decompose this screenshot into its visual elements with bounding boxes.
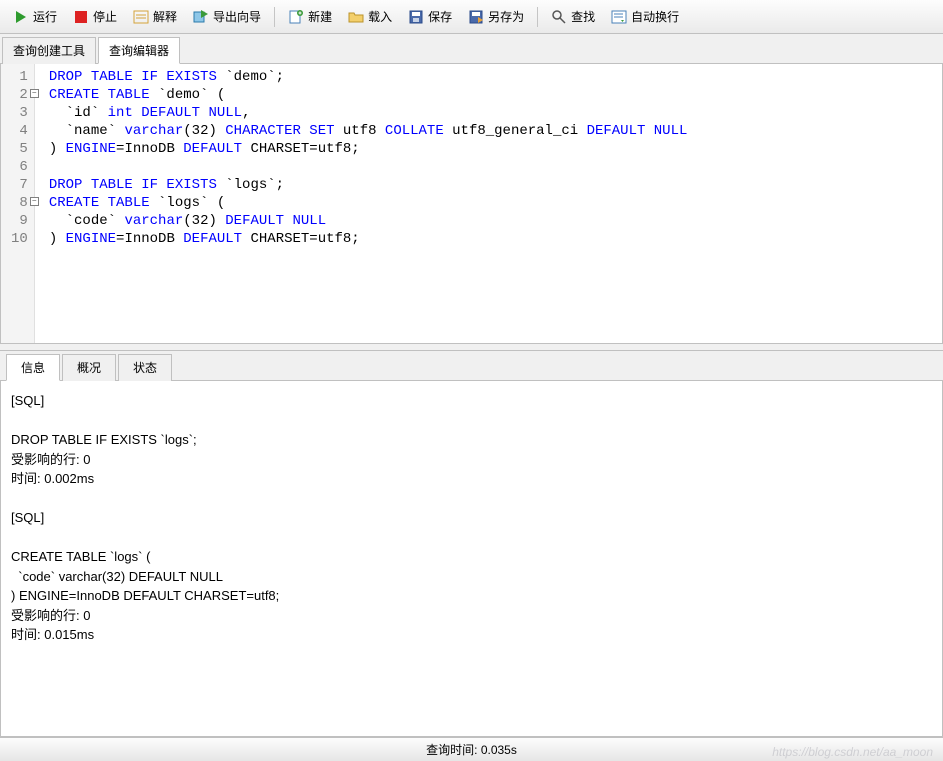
code-area[interactable]: DROP TABLE IF EXISTS `demo`;CREATE TABLE… xyxy=(35,64,942,343)
gutter-line: 10 xyxy=(11,230,28,248)
save-as-button[interactable]: 另存为 xyxy=(461,4,531,29)
wrap-icon xyxy=(611,9,627,25)
gutter-line: 9 xyxy=(11,212,28,230)
auto-wrap-label: 自动换行 xyxy=(631,8,679,25)
gutter-line: 8− xyxy=(11,194,28,212)
code-line[interactable]: DROP TABLE IF EXISTS `demo`; xyxy=(49,68,936,86)
folder-open-icon xyxy=(348,9,364,25)
code-line[interactable]: CREATE TABLE `demo` ( xyxy=(49,86,936,104)
tab-query-builder[interactable]: 查询创建工具 xyxy=(2,37,96,64)
new-label: 新建 xyxy=(308,8,332,25)
run-button[interactable]: 运行 xyxy=(6,4,64,29)
stop-icon xyxy=(73,9,89,25)
stop-label: 停止 xyxy=(93,8,117,25)
export-label: 导出向导 xyxy=(213,8,261,25)
fold-marker-icon[interactable]: − xyxy=(30,89,39,98)
save-as-label: 另存为 xyxy=(488,8,524,25)
tab-label: 信息 xyxy=(21,361,45,375)
code-line[interactable]: `name` varchar(32) CHARACTER SET utf8 CO… xyxy=(49,122,936,140)
explain-label: 解释 xyxy=(153,8,177,25)
tab-label: 状态 xyxy=(133,361,157,375)
new-button[interactable]: 新建 xyxy=(281,4,339,29)
code-line[interactable]: DROP TABLE IF EXISTS `logs`; xyxy=(49,176,936,194)
output-tabstrip: 信息 概况 状态 xyxy=(0,350,943,380)
search-icon xyxy=(551,9,567,25)
find-button[interactable]: 查找 xyxy=(544,4,602,29)
export-wizard-button[interactable]: 导出向导 xyxy=(186,4,268,29)
gutter-line: 4 xyxy=(11,122,28,140)
auto-wrap-button[interactable]: 自动换行 xyxy=(604,4,686,29)
code-line[interactable]: `id` int DEFAULT NULL, xyxy=(49,104,936,122)
line-gutter: 12−345678−910 xyxy=(1,64,35,343)
code-line[interactable]: ) ENGINE=InnoDB DEFAULT CHARSET=utf8; xyxy=(49,140,936,158)
gutter-line: 3 xyxy=(11,104,28,122)
editor-tabstrip: 查询创建工具 查询编辑器 xyxy=(0,34,943,64)
code-line[interactable]: ) ENGINE=InnoDB DEFAULT CHARSET=utf8; xyxy=(49,230,936,248)
tab-profile[interactable]: 概况 xyxy=(62,354,116,381)
fold-marker-icon[interactable]: − xyxy=(30,197,39,206)
watermark: https://blog.csdn.net/aa_moon xyxy=(772,745,933,759)
load-button[interactable]: 载入 xyxy=(341,4,399,29)
gutter-line: 7 xyxy=(11,176,28,194)
tab-label: 查询创建工具 xyxy=(13,44,85,58)
explain-button[interactable]: 解释 xyxy=(126,4,184,29)
load-label: 载入 xyxy=(368,8,392,25)
gutter-line: 6 xyxy=(11,158,28,176)
toolbar-separator xyxy=(274,7,275,27)
tab-label: 概况 xyxy=(77,361,101,375)
code-line[interactable]: CREATE TABLE `logs` ( xyxy=(49,194,936,212)
code-line[interactable] xyxy=(49,158,936,176)
toolbar-separator xyxy=(537,7,538,27)
tab-status[interactable]: 状态 xyxy=(118,354,172,381)
new-icon xyxy=(288,9,304,25)
stop-button[interactable]: 停止 xyxy=(66,4,124,29)
play-icon xyxy=(13,9,29,25)
find-label: 查找 xyxy=(571,8,595,25)
explain-icon xyxy=(133,9,149,25)
tab-query-editor[interactable]: 查询编辑器 xyxy=(98,37,180,64)
tab-label: 查询编辑器 xyxy=(109,44,169,58)
gutter-line: 5 xyxy=(11,140,28,158)
sql-editor[interactable]: 12−345678−910 DROP TABLE IF EXISTS `demo… xyxy=(0,64,943,344)
gutter-line: 2− xyxy=(11,86,28,104)
code-line[interactable]: `code` varchar(32) DEFAULT NULL xyxy=(49,212,936,230)
save-label: 保存 xyxy=(428,8,452,25)
main-toolbar: 运行 停止 解释 导出向导 新建 载入 保存 xyxy=(0,0,943,34)
output-log[interactable]: [SQL] DROP TABLE IF EXISTS `logs`; 受影响的行… xyxy=(0,380,943,737)
run-label: 运行 xyxy=(33,8,57,25)
tab-info[interactable]: 信息 xyxy=(6,354,60,381)
save-button[interactable]: 保存 xyxy=(401,4,459,29)
save-as-icon xyxy=(468,9,484,25)
save-icon xyxy=(408,9,424,25)
gutter-line: 1 xyxy=(11,68,28,86)
query-time: 查询时间: 0.035s xyxy=(426,741,517,758)
status-bar: 查询时间: 0.035s https://blog.csdn.net/aa_mo… xyxy=(0,737,943,761)
export-icon xyxy=(193,9,209,25)
